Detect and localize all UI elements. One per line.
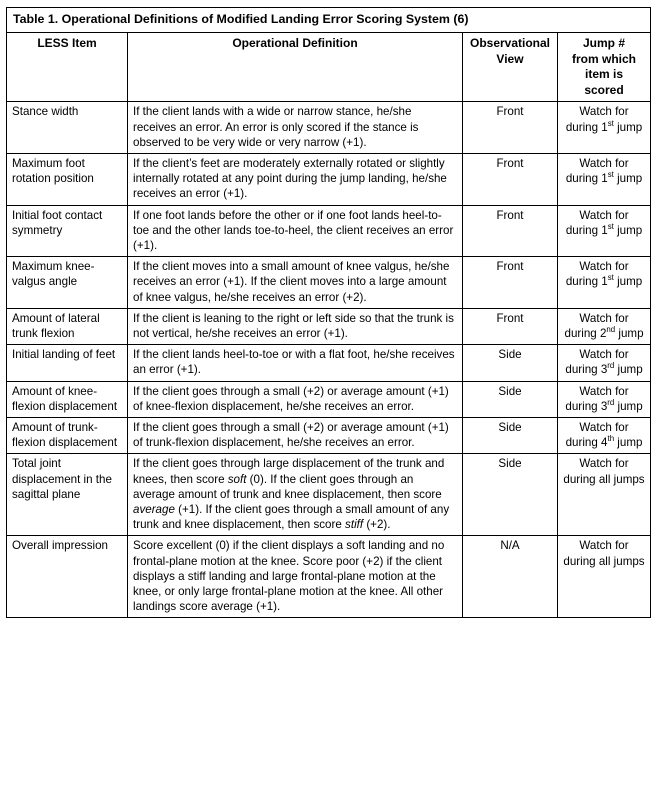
cell-operational-definition: If the client moves into a small amount … [127,256,463,309]
header-jump-line2: from which [572,51,637,66]
cell-less-item: Amount of lateral trunk flexion [6,307,128,346]
cell-observational-view: Side [462,453,558,537]
jump-text-suffix: jump [613,275,643,289]
cell-operational-definition: If the client lands heel-to-toe or with … [127,344,463,382]
jump-text-suffix: jump [613,120,643,134]
jump-text-suffix: jump [613,172,643,186]
cell-less-item: Initial foot contact symmetry [6,204,128,258]
cell-operational-definition: If the client goes through a small (+2) … [127,380,463,419]
cell-jump-number: Watch for during 4th jump [556,417,652,455]
cell-operational-definition: If the client’s feet are moderately exte… [127,152,463,206]
cell-observational-view: Front [462,256,558,309]
cell-jump-number: Watch for during 1st jump [556,256,652,309]
cell-observational-view: Front [462,204,558,258]
jump-text: Watch for during all jumps [563,539,645,568]
table-data-rows: Stance width If the client lands with a w… [6,101,652,619]
table-caption: Table 1. Operational Definitions of Modi… [5,7,652,33]
cell-observational-view: Front [462,152,558,206]
jump-text-suffix: jump [614,436,643,450]
header-jump-line3: item is [585,67,624,82]
column-header-less-item: LESS Item [6,31,128,103]
jump-text-suffix: jump [614,399,643,413]
table-title-row: Table 1. Operational Definitions of Modi… [5,7,652,33]
cell-jump-number: Watch for during 1st jump [556,204,652,258]
cell-jump-number: Watch for during 2nd jump [556,307,652,346]
cell-operational-definition: Score excellent (0) if the client displa… [127,535,463,619]
cell-observational-view: Side [462,344,558,382]
table-row: Overall impression Score excellent (0) if… [6,535,652,619]
cell-observational-view: Side [462,380,558,419]
header-jump-line1: Jump # [583,36,626,50]
cell-jump-number: Watch for during 1st jump [556,152,652,206]
cell-jump-number: Watch for during 3rd jump [556,380,652,419]
cell-jump-number: Watch for during 1st jump [556,101,652,154]
table-row: Amount of trunk-flexion displacement If t… [6,417,652,455]
cell-observational-view: Front [462,307,558,346]
cell-operational-definition: If one foot lands before the other or if… [127,204,463,258]
definition-text: (+1). If the client goes through a small… [133,503,450,532]
cell-less-item: Initial landing of feet [6,344,128,382]
cell-operational-definition: If the client goes through a small (+2) … [127,417,463,455]
definition-text: (+2). [363,518,391,532]
jump-text-suffix: jump [614,363,643,377]
cell-jump-number: Watch for during all jumps [556,535,652,619]
emphasis-term: stiff [345,518,364,532]
cell-less-item: Overall impression [6,535,128,619]
header-view-line1: Observational [469,36,551,50]
cell-jump-number: Watch for during 3rd jump [556,344,652,382]
table-body: Table 1. Operational Definitions of Modi… [5,7,652,103]
header-view-line2: View [496,51,524,66]
document-page: Table 1. Operational Definitions of Modi… [0,0,656,794]
cell-observational-view: N/A [462,535,558,619]
less-scoring-table: Table 1. Operational Definitions of Modi… [5,7,652,619]
jump-text-suffix: jump [613,223,643,237]
jump-text: Watch for during all jumps [563,457,645,486]
table-row: Maximum knee-valgus angle If the client m… [6,256,652,309]
table-header-row: LESS Item Operational Definition Observa… [6,31,652,103]
emphasis-term: soft [227,472,247,486]
table-row: Maximum foot rotation position If the cli… [6,152,652,206]
cell-less-item: Amount of knee-flexion displacement [6,380,128,419]
table-row: Initial landing of feet If the client lan… [6,344,652,382]
cell-less-item: Stance width [6,101,128,154]
cell-observational-view: Front [462,101,558,154]
column-header-operational-definition: Operational Definition [127,31,463,103]
table-row: Total joint displacement in the sagittal… [6,453,652,537]
cell-operational-definition: If the client is leaning to the right or… [127,307,463,346]
table-row: Stance width If the client lands with a w… [6,101,652,154]
table-row: Amount of knee-flexion displacement If th… [6,380,652,419]
cell-less-item: Amount of trunk-flexion displacement [6,417,128,455]
cell-less-item: Maximum foot rotation position [6,152,128,206]
cell-jump-number: Watch for during all jumps [556,453,652,537]
column-header-jump-number: Jump # from which item is scored [556,31,652,103]
cell-less-item: Total joint displacement in the sagittal… [6,453,128,537]
cell-observational-view: Side [462,417,558,455]
jump-text-suffix: jump [615,327,644,341]
cell-less-item: Maximum knee-valgus angle [6,256,128,309]
cell-operational-definition: If the client goes through large displac… [127,453,463,537]
jump-ordinal-suffix: nd [606,325,616,335]
table-row: Initial foot contact symmetry If one foot… [6,204,652,258]
column-header-observational-view: Observational View [462,31,558,103]
table-row: Amount of lateral trunk flexion If the cl… [6,307,652,346]
cell-operational-definition: If the client lands with a wide or narro… [127,101,463,154]
header-jump-line4: scored [584,82,624,97]
emphasis-term: average [133,503,175,517]
